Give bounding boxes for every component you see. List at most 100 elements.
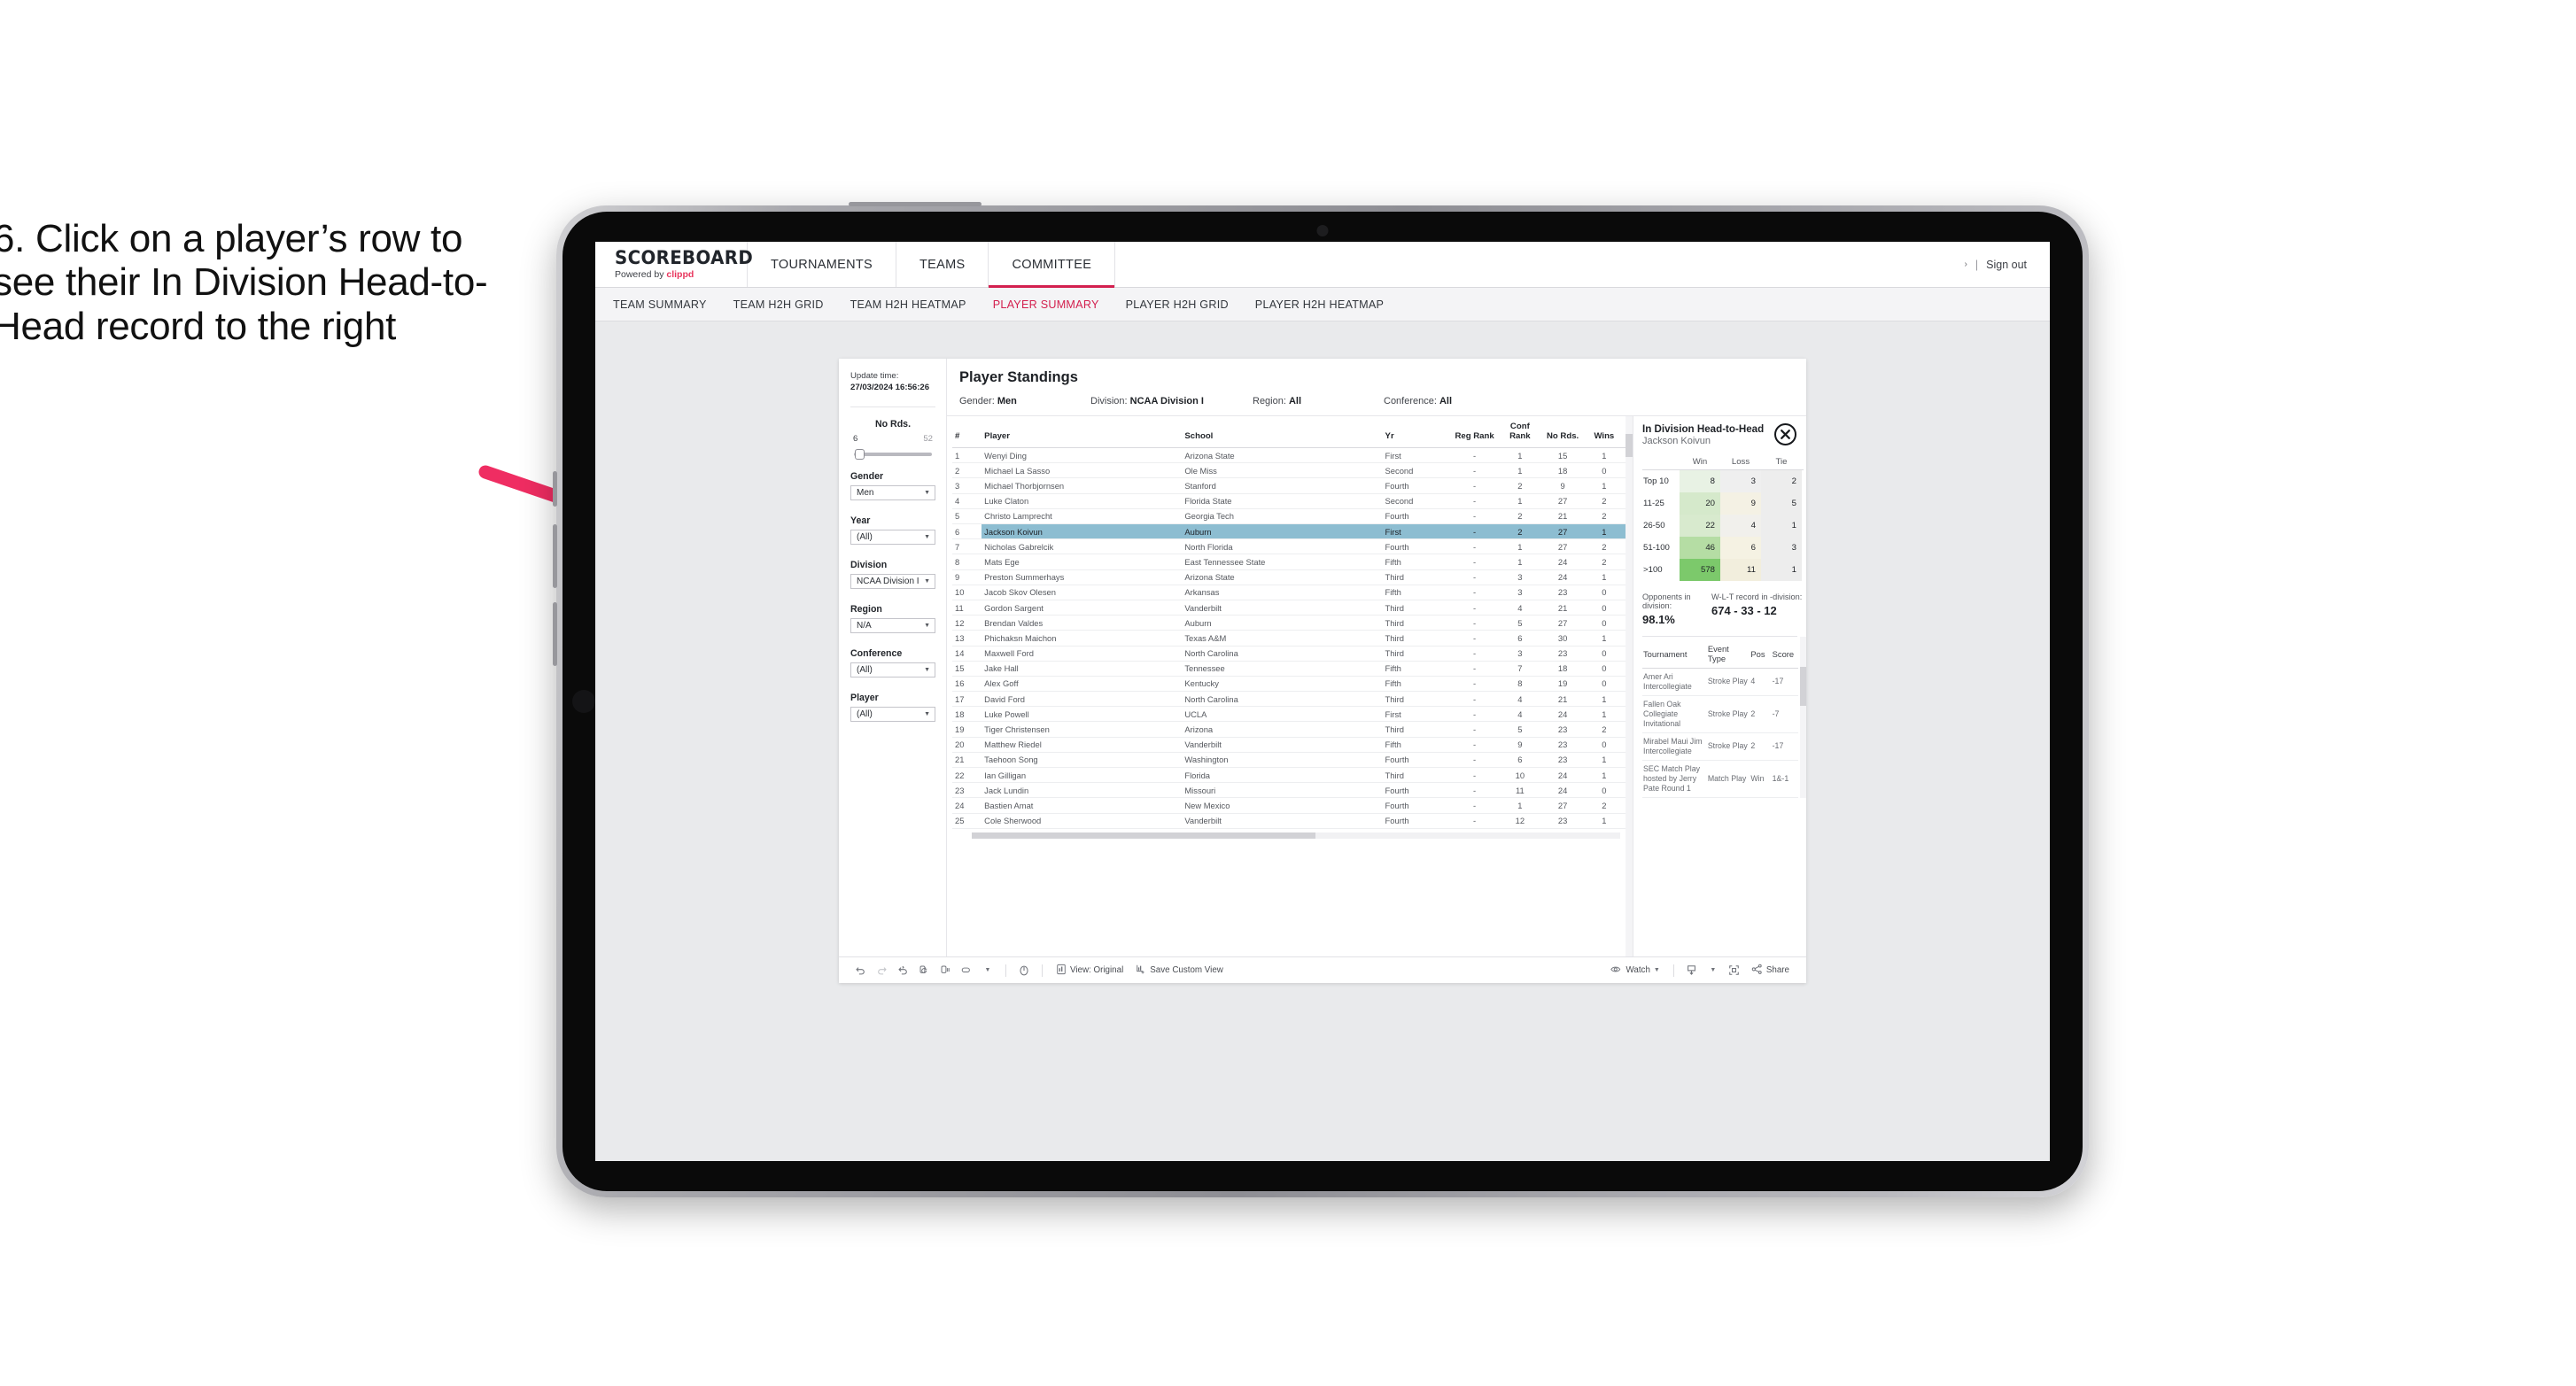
view-original-button[interactable]: View: Original (1050, 964, 1129, 978)
heatmap-cell[interactable]: 46 (1680, 537, 1720, 559)
table-row[interactable]: 16 Alex Goff Kentucky Fifth -8 19 0 (952, 676, 1626, 693)
table-row[interactable]: 23 Jack Lundin Missouri Fourth -11 24 0 (952, 782, 1626, 799)
filter-region-select[interactable]: N/A ▼ (850, 617, 935, 633)
scrollbar-thumb[interactable] (1626, 434, 1633, 457)
watch-button[interactable]: Watch ▼ (1604, 964, 1666, 977)
nav-item-committee[interactable]: COMMITTEE (989, 242, 1116, 288)
table-row[interactable]: Fallen Oak Collegiate Invitational Stroke… (1642, 695, 1798, 733)
col-pos[interactable]: Pos (1750, 639, 1772, 669)
col-no-rds[interactable]: No Rds. (1542, 416, 1583, 449)
table-row[interactable]: Mirabel Maui Jim Intercollegiate Stroke P… (1642, 732, 1798, 761)
table-row[interactable]: SEC Match Play hosted by Jerry Pate Roun… (1642, 760, 1798, 798)
save-custom-view-button[interactable]: Save Custom View (1129, 964, 1230, 978)
tab-player-h2h-heatmap[interactable]: PLAYER H2H HEATMAP (1255, 298, 1384, 311)
heatmap-cell[interactable]: 1 (1761, 515, 1802, 537)
table-row[interactable]: 9 Preston Summerhays Arizona State Third -3 2… (952, 569, 1626, 585)
table-row[interactable]: 1 Wenyi Ding Arizona State First -1 15 1 (952, 447, 1626, 464)
sign-out-link[interactable]: Sign out (1986, 259, 2027, 271)
fullscreen-icon[interactable] (1724, 964, 1745, 976)
highlight-dropdown-icon[interactable]: ▼ (977, 967, 998, 973)
table-row[interactable]: 3 Michael Thorbjornsen Stanford Fourth -2 9 1 (952, 477, 1626, 494)
standings-vertical-scrollbar[interactable] (1626, 416, 1633, 956)
no-rounds-slider-track[interactable] (854, 448, 932, 460)
table-row[interactable]: 11 Gordon Sargent Vanderbilt Third -4 21 0 (952, 600, 1626, 616)
table-row[interactable]: Amer Ari Intercollegiate Stroke Play 4 -17 (1642, 668, 1798, 696)
app-logo[interactable]: SCOREBOARD Powered by clippd (595, 242, 753, 287)
col-event-type[interactable]: Event Type (1706, 639, 1750, 669)
col-school[interactable]: School (1182, 416, 1383, 449)
heatmap-cell[interactable]: 578 (1680, 559, 1720, 581)
table-row[interactable]: 18 Luke Powell UCLA First -4 24 1 (952, 706, 1626, 723)
undo-icon[interactable] (850, 964, 871, 976)
table-row[interactable]: 20 Matthew Riedel Vanderbilt Fifth -9 23 0 (952, 737, 1626, 753)
table-row[interactable]: 2 Michael La Sasso Ole Miss Second -1 18 0 (952, 462, 1626, 479)
table-row[interactable]: 7 Nicholas Gabrelcik North Florida Fourth -1… (952, 538, 1626, 555)
filter-division-select[interactable]: NCAA Division I ▼ (850, 573, 935, 589)
heatmap-cell[interactable]: 8 (1680, 470, 1720, 492)
pause-auto-update-icon[interactable] (1013, 964, 1035, 977)
heatmap-cell[interactable]: 2 (1761, 470, 1802, 492)
revert-icon[interactable] (892, 964, 913, 976)
col-score[interactable]: Score (1771, 639, 1798, 669)
refresh-data-icon[interactable] (913, 964, 935, 976)
heatmap-cell[interactable]: 3 (1761, 537, 1802, 559)
table-row[interactable]: 25 Cole Sherwood Vanderbilt Fourth -12 23 1 (952, 813, 1626, 829)
share-button[interactable]: Share (1745, 964, 1796, 978)
highlight-icon[interactable] (956, 964, 977, 976)
heatmap-cell[interactable]: 1 (1761, 559, 1802, 581)
tab-team-h2h-heatmap[interactable]: TEAM H2H HEATMAP (850, 298, 966, 311)
table-row[interactable]: 22 Ian Gilligan Florida Third -10 24 1 (952, 767, 1626, 784)
filter-gender-select[interactable]: Men ▼ (850, 484, 935, 500)
download-dropdown-icon[interactable]: ▼ (1703, 967, 1724, 973)
scrollbar-thumb[interactable] (972, 832, 1315, 839)
heatmap-cell[interactable]: 3 (1720, 470, 1761, 492)
table-row[interactable]: 13 Phichaksn Maichon Texas A&M Third -6 30 1 (952, 630, 1626, 647)
table-row[interactable]: 19 Tiger Christensen Arizona Third -5 23 2 (952, 721, 1626, 738)
heatmap-cell[interactable]: 6 (1720, 537, 1761, 559)
filter-year-select[interactable]: (All) ▼ (850, 529, 935, 545)
heatmap-cell[interactable]: 4 (1720, 515, 1761, 537)
heatmap-cell[interactable]: 20 (1680, 492, 1720, 515)
col-wins[interactable]: Wins (1582, 416, 1626, 449)
table-row[interactable]: 5 Christo Lamprecht Georgia Tech Fourth -2 21… (952, 508, 1626, 525)
nav-item-teams[interactable]: TEAMS (896, 242, 989, 287)
download-icon[interactable] (1681, 964, 1703, 976)
user-chevron-icon[interactable]: › (1965, 259, 1967, 269)
col-yr[interactable]: Yr (1382, 416, 1452, 449)
table-row[interactable]: 10 Jacob Skov Olesen Arkansas Fifth -3 23 0 (952, 585, 1626, 600)
heatmap-cell[interactable]: 22 (1680, 515, 1720, 537)
tab-team-summary[interactable]: TEAM SUMMARY (613, 298, 707, 311)
tab-player-summary[interactable]: PLAYER SUMMARY (993, 298, 1099, 311)
col-tournament[interactable]: Tournament (1642, 639, 1707, 669)
col-conf-rank[interactable]: Conf Rank (1497, 416, 1543, 449)
col-reg-rank[interactable]: Reg Rank (1451, 416, 1498, 449)
no-rounds-slider-handle[interactable] (855, 448, 865, 460)
redo-icon[interactable] (871, 964, 892, 976)
heatmap-cell[interactable]: 9 (1720, 492, 1761, 515)
table-row[interactable]: 4 Luke Claton Florida State Second -1 27 2 (952, 493, 1626, 509)
table-row[interactable]: 24 Bastien Amat New Mexico Fourth -1 27 2 (952, 797, 1626, 814)
table-row[interactable]: 14 Maxwell Ford North Carolina Third -3 23 0 (952, 646, 1626, 662)
col-player[interactable]: Player (982, 416, 1183, 449)
pause-updates-icon[interactable] (935, 964, 956, 976)
table-row[interactable]: 12 Brendan Valdes Auburn Third -5 27 0 (952, 615, 1626, 631)
filter-conference-select[interactable]: (All) ▼ (850, 662, 935, 678)
table-row[interactable]: 17 David Ford North Carolina Third -4 21 1 (952, 691, 1626, 708)
tab-player-h2h-grid[interactable]: PLAYER H2H GRID (1126, 298, 1229, 311)
scrollbar-thumb[interactable] (1800, 667, 1806, 706)
table-row[interactable]: 15 Jake Hall Tennessee Fifth -7 18 0 (952, 661, 1626, 677)
filter-player-select[interactable]: (All) ▼ (850, 706, 935, 722)
nav-item-tournaments[interactable]: TOURNAMENTS (748, 242, 897, 287)
close-icon[interactable] (1774, 423, 1796, 445)
standings-horizontal-scrollbar[interactable] (972, 832, 1620, 839)
tab-team-h2h-grid[interactable]: TEAM H2H GRID (733, 298, 824, 311)
table-row[interactable]: 8 Mats Ege East Tennessee State Fifth -1 24 2 (952, 554, 1626, 570)
table-row[interactable]: 21 Taehoon Song Washington Fourth -6 23 1 (952, 752, 1626, 769)
heatmap-cell[interactable]: 5 (1761, 492, 1802, 515)
front-camera-icon (1316, 225, 1329, 236)
tournament-vertical-scrollbar[interactable] (1800, 637, 1806, 798)
table-row[interactable]: 6 Jackson Koivun Auburn First -2 27 1 (952, 523, 1626, 540)
col-rank[interactable]: # (952, 416, 982, 449)
heatmap-cell[interactable]: 11 (1720, 559, 1761, 581)
cell-school: Ole Miss (1182, 462, 1383, 479)
